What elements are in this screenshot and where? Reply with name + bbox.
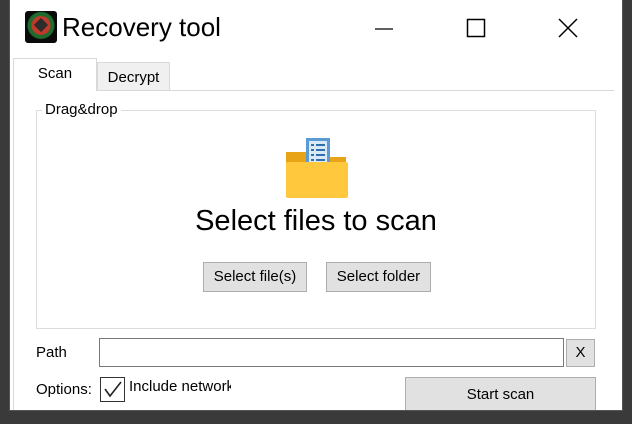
maximize-icon	[466, 18, 486, 38]
minimize-icon	[375, 28, 393, 30]
recovery-tool-window: Recovery tool Scan Decrypt Drag&drop Sel…	[10, 0, 622, 410]
clear-path-button[interactable]: X	[566, 339, 595, 367]
include-network-label: Include network	[129, 378, 231, 395]
drag-drop-label: Drag&drop	[42, 101, 121, 118]
close-icon	[558, 18, 578, 38]
minimize-button[interactable]	[338, 0, 430, 56]
title-bar[interactable]: Recovery tool	[10, 0, 622, 56]
start-scan-button[interactable]: Start scan	[405, 377, 596, 410]
checkmark-icon	[104, 381, 122, 398]
select-files-button[interactable]: Select file(s)	[203, 262, 307, 292]
select-files-headline: Select files to scan	[195, 205, 437, 237]
path-label: Path	[36, 344, 67, 361]
tab-decrypt[interactable]: Decrypt	[97, 62, 170, 90]
window-title: Recovery tool	[62, 12, 221, 42]
maximize-button[interactable]	[430, 0, 522, 56]
select-folder-button[interactable]: Select folder	[326, 262, 431, 292]
folder-documents-icon	[286, 138, 348, 198]
recovery-tool-app-icon	[25, 11, 57, 43]
include-network-checkbox[interactable]	[100, 377, 125, 402]
close-button[interactable]	[522, 0, 614, 56]
path-input[interactable]	[99, 338, 564, 367]
tab-scan[interactable]: Scan	[13, 58, 97, 91]
tab-strip: Scan Decrypt	[10, 56, 622, 91]
options-label: Options:	[36, 381, 92, 398]
